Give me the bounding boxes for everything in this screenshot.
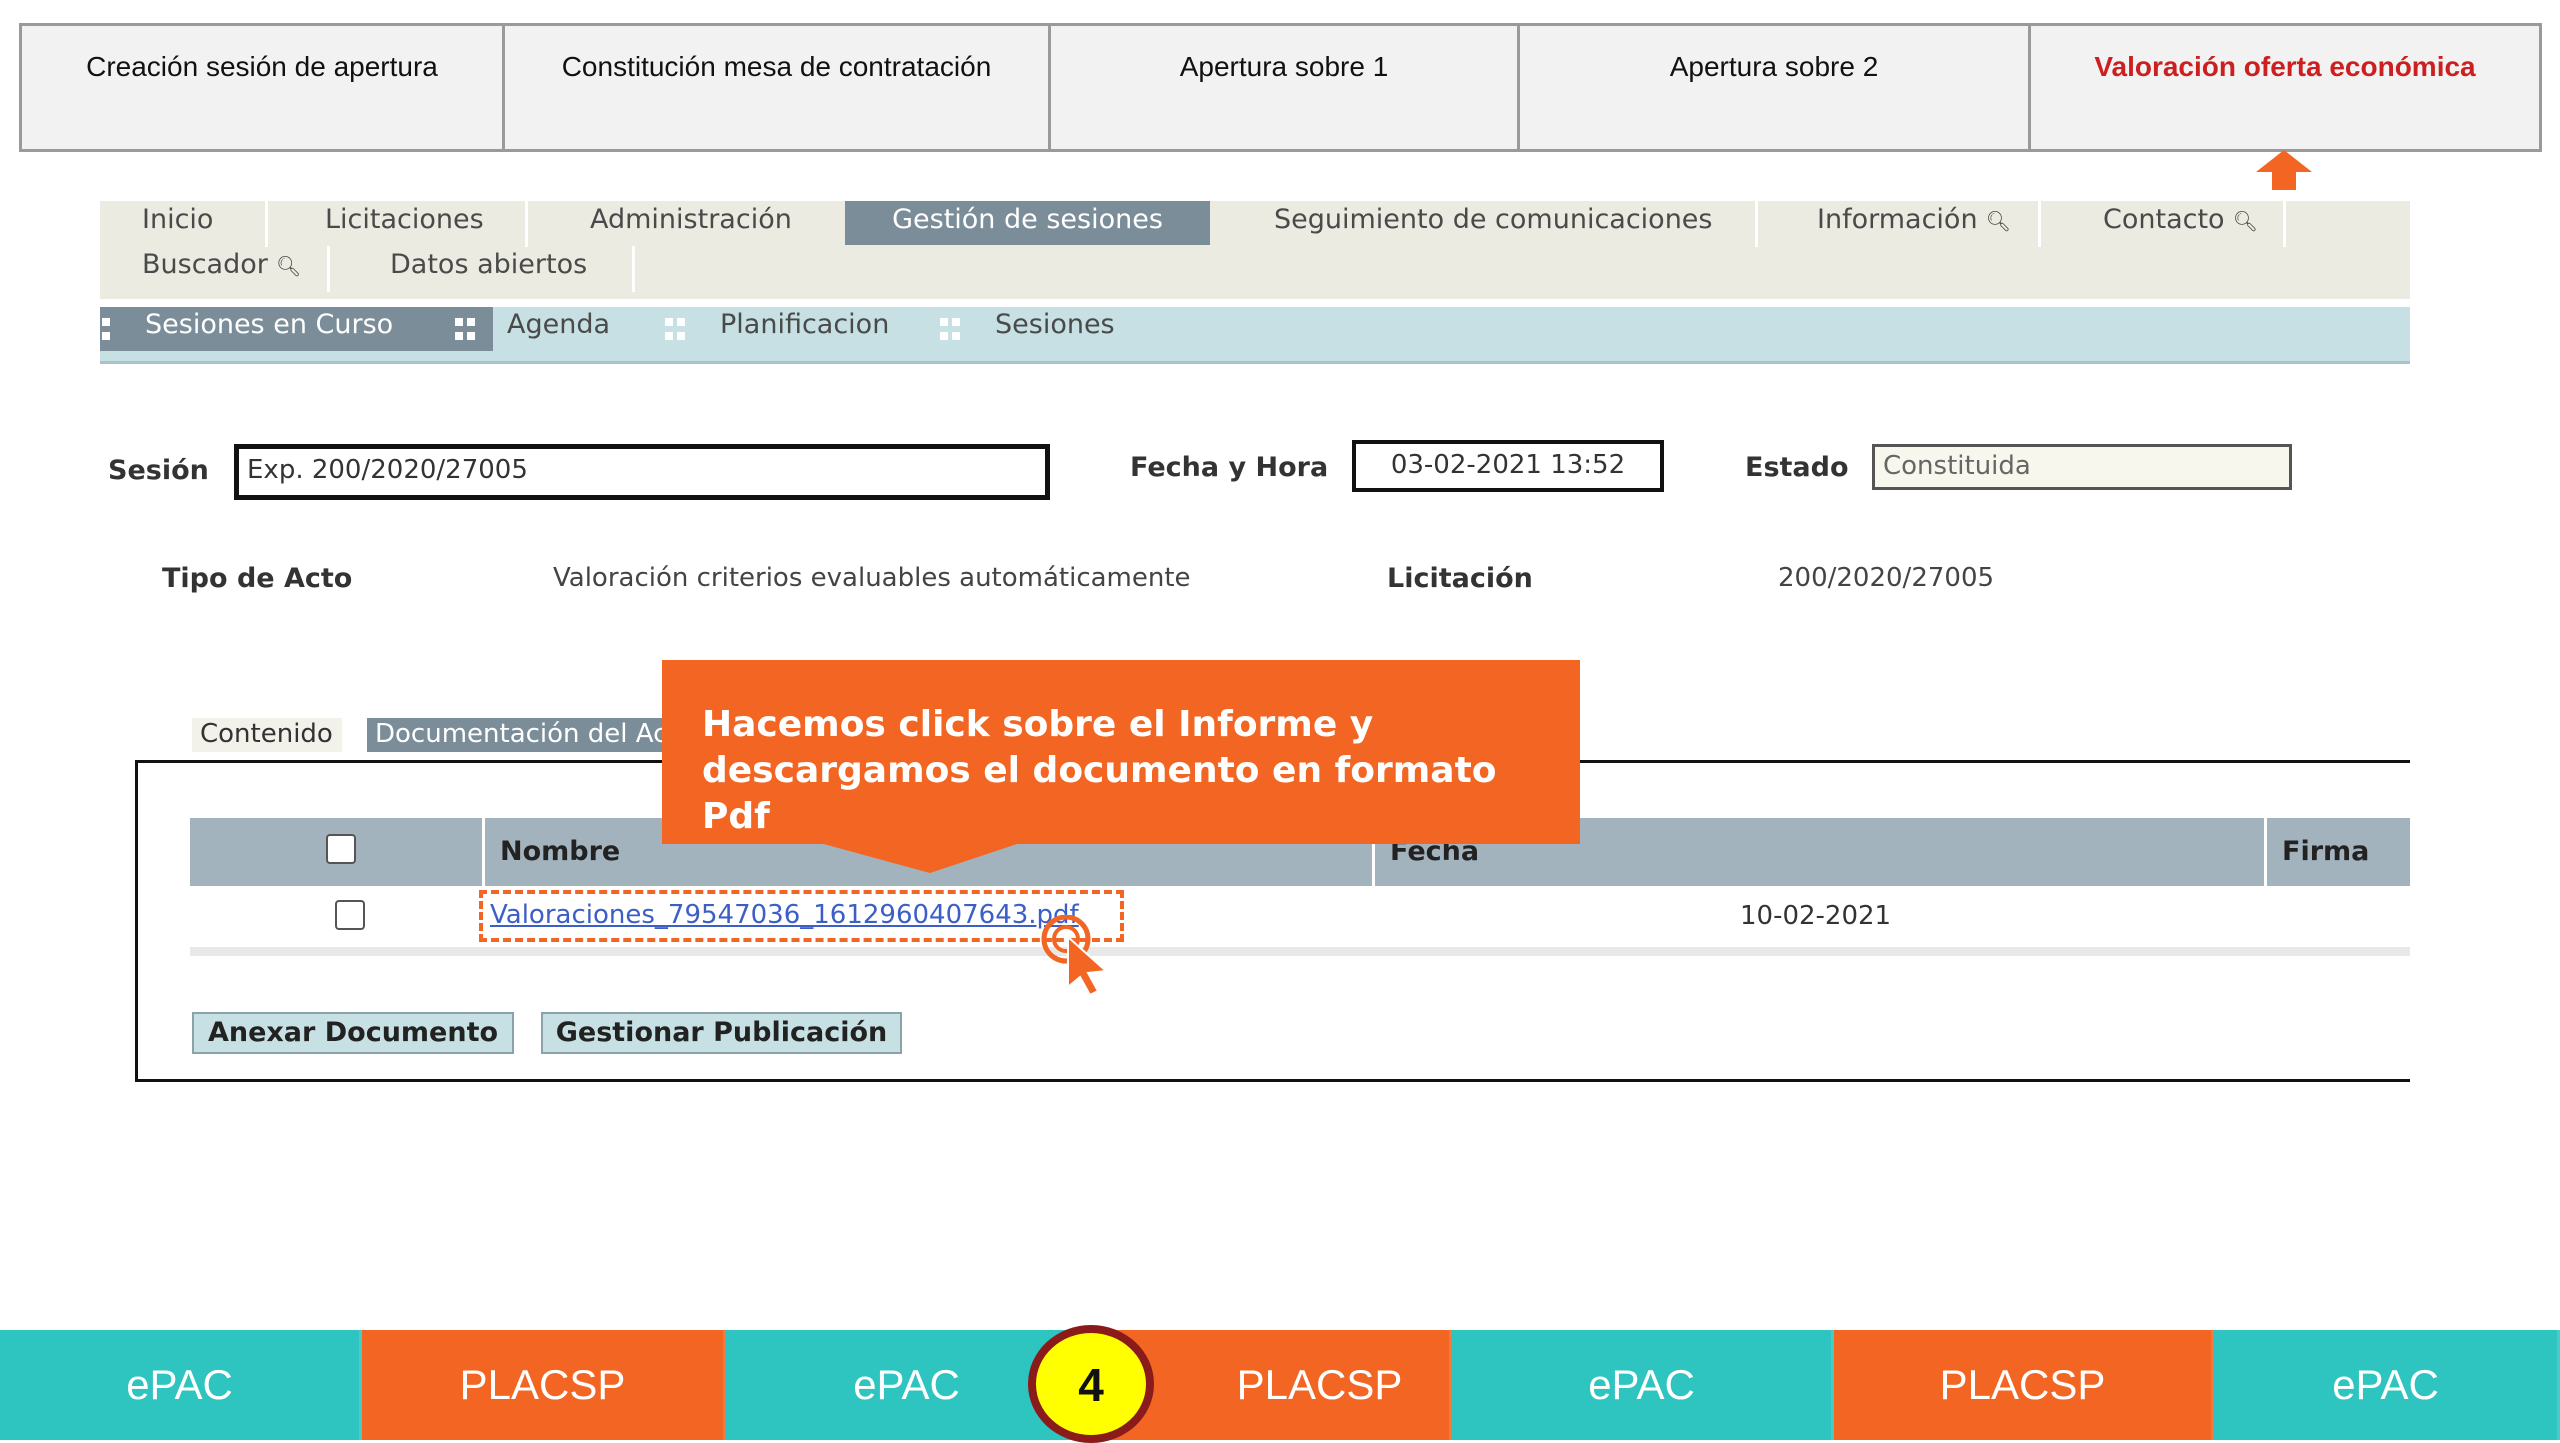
bar-epac-4: ePAC [2214, 1330, 2560, 1440]
bar-epac-1: ePAC [0, 1330, 362, 1440]
instruction-callout: Hacemos click sobre el Informe y descarg… [662, 660, 1580, 844]
nav-contacto[interactable]: Contacto 🔍︎ [2103, 201, 2258, 245]
magnifier-icon: 🔍︎ [2232, 209, 2258, 233]
grip-icon [940, 318, 962, 340]
step-valoracion: Valoración oferta económica [2094, 51, 2476, 82]
tipo-acto-label: Tipo de Acto [162, 563, 353, 594]
bar-placsp-1: PLACSP [362, 1330, 726, 1440]
nav-administracion[interactable]: Administración [590, 201, 792, 245]
nav-datos-abiertos[interactable]: Datos abiertos [390, 246, 587, 290]
platform-bar: ePAC PLACSP ePAC PLACSP ePAC PLACSP ePAC [0, 1330, 2560, 1440]
step-number-badge: 4 [1028, 1325, 1154, 1443]
magnifier-icon: 🔍︎ [275, 254, 302, 278]
step-apertura-1: Apertura sobre 1 [1051, 26, 1520, 149]
header-nombre: Nombre [500, 836, 621, 867]
sesion-label: Sesión [108, 455, 209, 486]
step-constitucion: Constitución mesa de contratación [505, 26, 1051, 149]
tab-documentacion[interactable]: Documentación del Acto [367, 718, 667, 752]
nav-inicio[interactable]: Inicio [142, 201, 213, 245]
tipo-acto-value: Valoración criterios evaluables automáti… [553, 563, 1191, 593]
nav-seguimiento[interactable]: Seguimiento de comunicaciones [1274, 201, 1713, 245]
nav-informacion[interactable]: Información 🔍︎ [1817, 201, 2011, 245]
gestionar-publicacion-button[interactable]: Gestionar Publicación [541, 1012, 902, 1054]
row-checkbox[interactable] [335, 900, 365, 930]
bar-placsp-3: PLACSP [1834, 1330, 2214, 1440]
step-creacion: Creación sesión de apertura [22, 26, 505, 149]
document-date: 10-02-2021 [1740, 901, 1892, 931]
nav-licitaciones[interactable]: Licitaciones [325, 201, 484, 245]
anexar-documento-button[interactable]: Anexar Documento [192, 1012, 514, 1054]
grip-icon [455, 318, 477, 340]
fecha-hora-field[interactable]: 03-02-2021 13:52 [1352, 440, 1664, 492]
callout-tail [820, 843, 1020, 873]
bar-epac-3: ePAC [1452, 1330, 1834, 1440]
nav-gestion-sesiones[interactable]: Gestión de sesiones [845, 201, 1210, 245]
nav-contacto-label: Contacto [2103, 204, 2225, 235]
licitacion-label: Licitación [1387, 563, 1533, 594]
magnifier-icon: 🔍︎ [1985, 209, 2011, 233]
nav-buscador[interactable]: Buscador 🔍︎ [142, 246, 301, 290]
link-highlight [479, 890, 1124, 942]
tab-contenido[interactable]: Contenido [192, 718, 342, 752]
fecha-hora-label: Fecha y Hora [1130, 452, 1329, 483]
subnav-sesiones-en-curso[interactable]: Sesiones en Curso [100, 307, 493, 351]
licitacion-value: 200/2020/27005 [1778, 563, 1995, 593]
nav-buscador-label: Buscador [142, 249, 268, 280]
hand-pointer-icon [1041, 915, 1109, 995]
subnav-sesiones[interactable]: Sesiones [995, 307, 1115, 351]
estado-label: Estado [1745, 452, 1849, 483]
row-divider [190, 947, 2410, 956]
header-firma: Firma [2282, 836, 2370, 867]
subnav-agenda[interactable]: Agenda [507, 307, 610, 351]
process-steps: Creación sesión de apertura Constitución… [19, 23, 2542, 152]
estado-field: Constituida [1872, 444, 2292, 490]
sesion-field[interactable]: Exp. 200/2020/27005 [234, 444, 1050, 500]
grip-icon [102, 318, 124, 340]
select-all-checkbox[interactable] [326, 834, 356, 864]
grip-icon [665, 318, 687, 340]
step-apertura-2: Apertura sobre 2 [1520, 26, 2031, 149]
subnav-planificacion[interactable]: Planificacion [720, 307, 889, 351]
up-arrow-icon [2256, 150, 2312, 190]
sub-nav-divider [100, 361, 2410, 364]
nav-informacion-label: Información [1817, 204, 1978, 235]
